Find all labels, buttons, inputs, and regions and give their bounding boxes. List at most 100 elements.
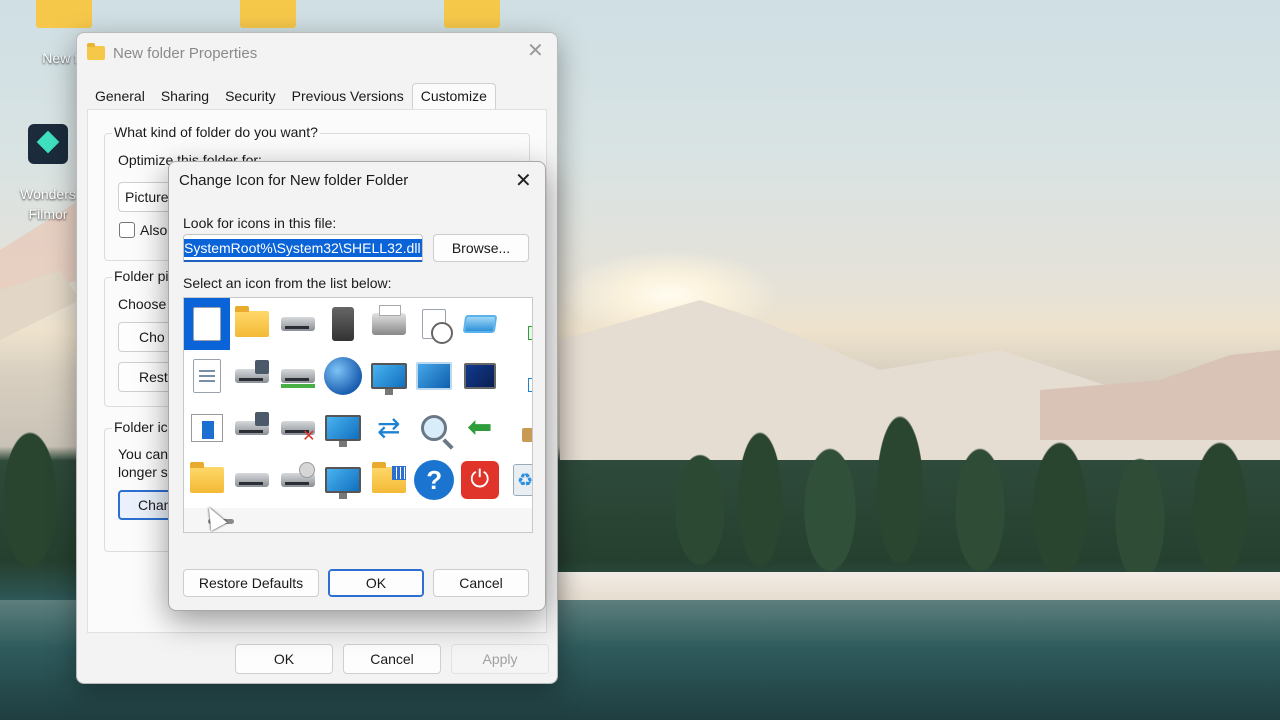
search-icon bbox=[421, 415, 448, 441]
drive-plain-icon bbox=[235, 473, 270, 487]
icon-option[interactable] bbox=[412, 350, 458, 402]
desktop-folder-icon[interactable] bbox=[432, 0, 512, 28]
icon-option[interactable] bbox=[321, 454, 367, 506]
icon-option[interactable] bbox=[366, 350, 412, 402]
desktop-folder-icon[interactable] bbox=[228, 0, 308, 28]
icon-option[interactable] bbox=[230, 298, 276, 350]
internet-monitor-icon bbox=[325, 415, 362, 447]
network-connection-icon: ⇄ bbox=[377, 412, 401, 443]
drive-icon bbox=[280, 317, 315, 331]
icon-option[interactable] bbox=[230, 454, 276, 506]
power-icon: ⏻ bbox=[460, 461, 499, 499]
apply-button: Apply bbox=[451, 644, 549, 674]
move-arrow-icon: ⬅ bbox=[467, 411, 493, 444]
folder-icon bbox=[36, 0, 92, 28]
icon-option[interactable] bbox=[275, 350, 321, 402]
icon-option[interactable] bbox=[184, 298, 230, 350]
icon-option[interactable] bbox=[321, 298, 367, 350]
icon-file-path-text: SystemRoot%\System32\SHELL32.dll bbox=[184, 238, 422, 257]
folder-icons-description: longer s bbox=[118, 464, 168, 480]
icon-option[interactable] bbox=[321, 402, 367, 454]
icon-option[interactable] bbox=[184, 402, 230, 454]
browse-button[interactable]: Browse... bbox=[433, 234, 529, 262]
network-monitor-icon bbox=[370, 363, 407, 395]
icon-option[interactable]: ↗ bbox=[503, 350, 532, 402]
change-icon-dialog: Change Icon for New folder Folder ✕ Look… bbox=[168, 161, 546, 611]
folder-pictures-label: Folder pi bbox=[112, 268, 171, 284]
restore-defaults-button[interactable]: Restore Defaults bbox=[183, 569, 319, 597]
tab-security[interactable]: Security bbox=[217, 84, 284, 109]
display-shortcut-icon bbox=[462, 315, 498, 333]
also-apply-label: Also bbox=[140, 222, 168, 238]
package-icon bbox=[522, 428, 532, 442]
icon-option[interactable]: ⏻ bbox=[457, 454, 503, 506]
tab-strip: General Sharing Security Previous Versio… bbox=[87, 81, 496, 109]
folder-icon bbox=[240, 0, 296, 28]
choose-label: Choose bbox=[118, 296, 167, 312]
help-icon: ? bbox=[414, 460, 455, 500]
desktop-icon-label: Wonders Filmor bbox=[20, 186, 76, 222]
icon-option[interactable] bbox=[412, 402, 458, 454]
icon-option[interactable] bbox=[275, 298, 321, 350]
icon-option[interactable] bbox=[412, 298, 458, 350]
control-panel-icon bbox=[416, 362, 453, 390]
window-titlebar: New folder Properties bbox=[87, 43, 257, 63]
icon-option[interactable] bbox=[275, 454, 321, 506]
desktop-filmora-icon[interactable]: Wonders Filmor bbox=[16, 124, 80, 224]
icon-option[interactable] bbox=[230, 350, 276, 402]
green-drive-icon bbox=[280, 369, 315, 388]
clock-icon bbox=[431, 322, 453, 344]
memory-chip-icon bbox=[332, 307, 355, 341]
icon-option[interactable] bbox=[184, 350, 230, 402]
icon-option[interactable] bbox=[457, 350, 503, 402]
icon-option[interactable]: ✕ bbox=[275, 402, 321, 454]
icon-list[interactable]: ↗ ↗ ✕ ⇄ ⬅ ? ⏻ ♻ bbox=[183, 297, 533, 533]
icon-option[interactable] bbox=[230, 402, 276, 454]
small-shortcut-icon: ↗ bbox=[528, 378, 532, 392]
blank-document-icon bbox=[192, 307, 221, 341]
icon-option[interactable]: ? bbox=[412, 454, 458, 506]
horizontal-scrollbar[interactable] bbox=[184, 508, 532, 532]
look-for-label: Look for icons in this file: bbox=[183, 215, 337, 231]
grid-icon bbox=[391, 466, 406, 480]
folder-icon bbox=[235, 306, 270, 337]
icon-grid: ↗ ↗ ✕ ⇄ ⬅ ? ⏻ ♻ bbox=[184, 298, 532, 508]
printer-icon bbox=[371, 305, 406, 335]
window-title: New folder Properties bbox=[113, 44, 258, 62]
sleep-monitor-icon bbox=[463, 363, 496, 389]
icon-option[interactable] bbox=[366, 298, 412, 350]
also-apply-checkbox[interactable] bbox=[119, 222, 135, 238]
cancel-button[interactable]: Cancel bbox=[433, 569, 529, 597]
disc-icon bbox=[298, 462, 315, 478]
shortcut-arrow-icon: ↗ bbox=[528, 326, 532, 340]
cancel-button[interactable]: Cancel bbox=[343, 644, 441, 674]
icon-option[interactable]: ↗ bbox=[503, 298, 532, 350]
close-icon[interactable]: ✕ bbox=[527, 41, 544, 61]
ok-button[interactable]: OK bbox=[328, 569, 424, 597]
icon-option[interactable] bbox=[457, 298, 503, 350]
ok-button[interactable]: OK bbox=[235, 644, 333, 674]
wallpaper-beach bbox=[540, 572, 1280, 600]
globe-icon bbox=[324, 357, 363, 395]
app-window-icon bbox=[190, 414, 223, 442]
folder-icon bbox=[444, 0, 500, 28]
folder-icons-description: You can bbox=[118, 446, 169, 462]
icon-file-path-input[interactable]: SystemRoot%\System32\SHELL32.dll bbox=[183, 234, 423, 262]
tab-customize[interactable]: Customize bbox=[411, 83, 496, 109]
icon-option[interactable]: ♻ bbox=[503, 454, 532, 506]
close-icon[interactable]: ✕ bbox=[515, 171, 532, 191]
disk-icon bbox=[255, 360, 269, 374]
dialog-title: Change Icon for New folder Folder bbox=[179, 172, 409, 189]
icon-option[interactable]: ⇄ bbox=[366, 402, 412, 454]
folder-plain-icon bbox=[189, 462, 224, 493]
icon-option[interactable] bbox=[321, 350, 367, 402]
icon-option[interactable] bbox=[366, 454, 412, 506]
icon-option[interactable]: ⬅ bbox=[457, 402, 503, 454]
tab-previous-versions[interactable]: Previous Versions bbox=[284, 84, 412, 109]
tab-sharing[interactable]: Sharing bbox=[153, 84, 217, 109]
recycle-bin-icon: ♻ bbox=[513, 464, 532, 496]
folder-icons-label: Folder ic bbox=[112, 419, 170, 435]
icon-option[interactable] bbox=[503, 402, 532, 454]
tab-general[interactable]: General bbox=[87, 84, 153, 109]
icon-option[interactable] bbox=[184, 454, 230, 506]
